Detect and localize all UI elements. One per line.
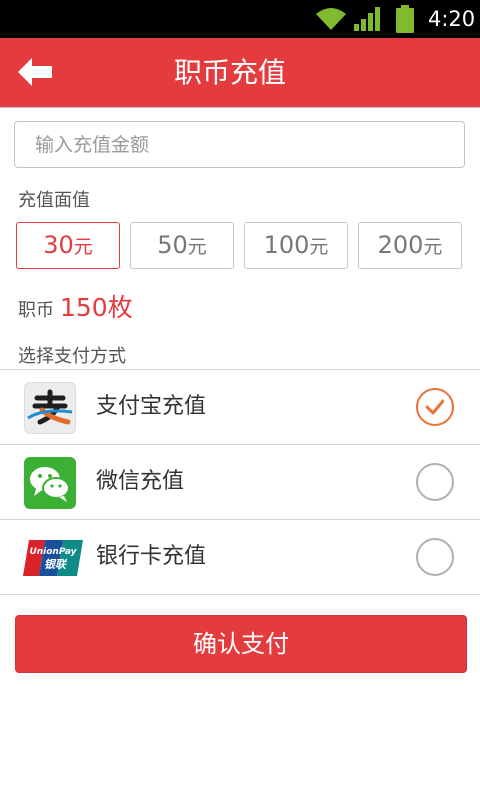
status-bar: 4:20 xyxy=(0,0,480,38)
payment-option-wechat[interactable]: 微信充值 xyxy=(0,445,480,520)
radio-checked[interactable] xyxy=(416,388,454,426)
payment-option-unionpay[interactable]: UnionPay 银联 银行卡充值 xyxy=(0,520,480,595)
wifi-icon xyxy=(316,8,346,30)
radio-unchecked[interactable] xyxy=(416,463,454,501)
coin-value: 150枚 xyxy=(60,293,133,322)
payment-option-label: 支付宝充值 xyxy=(96,394,207,419)
coin-label: 职币 xyxy=(18,300,54,321)
battery-icon xyxy=(396,5,414,33)
alipay-icon xyxy=(24,382,76,434)
unionpay-icon: UnionPay 银联 xyxy=(23,540,83,576)
payment-method-label: 选择支付方式 xyxy=(18,346,126,367)
wechat-icon xyxy=(24,457,76,509)
confirm-payment-button[interactable]: 确认支付 xyxy=(15,615,467,673)
checkmark-icon xyxy=(426,399,444,415)
payment-option-label: 微信充值 xyxy=(96,469,185,494)
unionpay-logo-text: UnionPay xyxy=(29,547,77,557)
coin-amount: 职币 150枚 xyxy=(18,288,133,324)
denom-option-200[interactable]: 200元 xyxy=(358,222,462,269)
denom-option-100[interactable]: 100元 xyxy=(244,222,348,269)
payment-option-alipay[interactable]: 支付宝充值 xyxy=(0,370,480,445)
unionpay-logo-cn: 银联 xyxy=(44,558,68,571)
radio-unchecked[interactable] xyxy=(416,538,454,576)
face-value-label: 充值面值 xyxy=(18,190,90,211)
status-time: 4:20 xyxy=(428,7,476,31)
page-title: 职币充值 xyxy=(173,56,286,89)
signal-icon xyxy=(354,7,380,31)
payment-option-label: 银行卡充值 xyxy=(96,544,207,569)
app-header: 职币充值 xyxy=(0,38,480,108)
denom-option-30[interactable]: 30元 xyxy=(16,222,120,269)
amount-input[interactable] xyxy=(14,121,465,168)
denom-option-50[interactable]: 50元 xyxy=(130,222,234,269)
payment-method-list: 支付宝充值 微信充值 UnionPay 银联 银行卡充值 xyxy=(0,369,480,595)
